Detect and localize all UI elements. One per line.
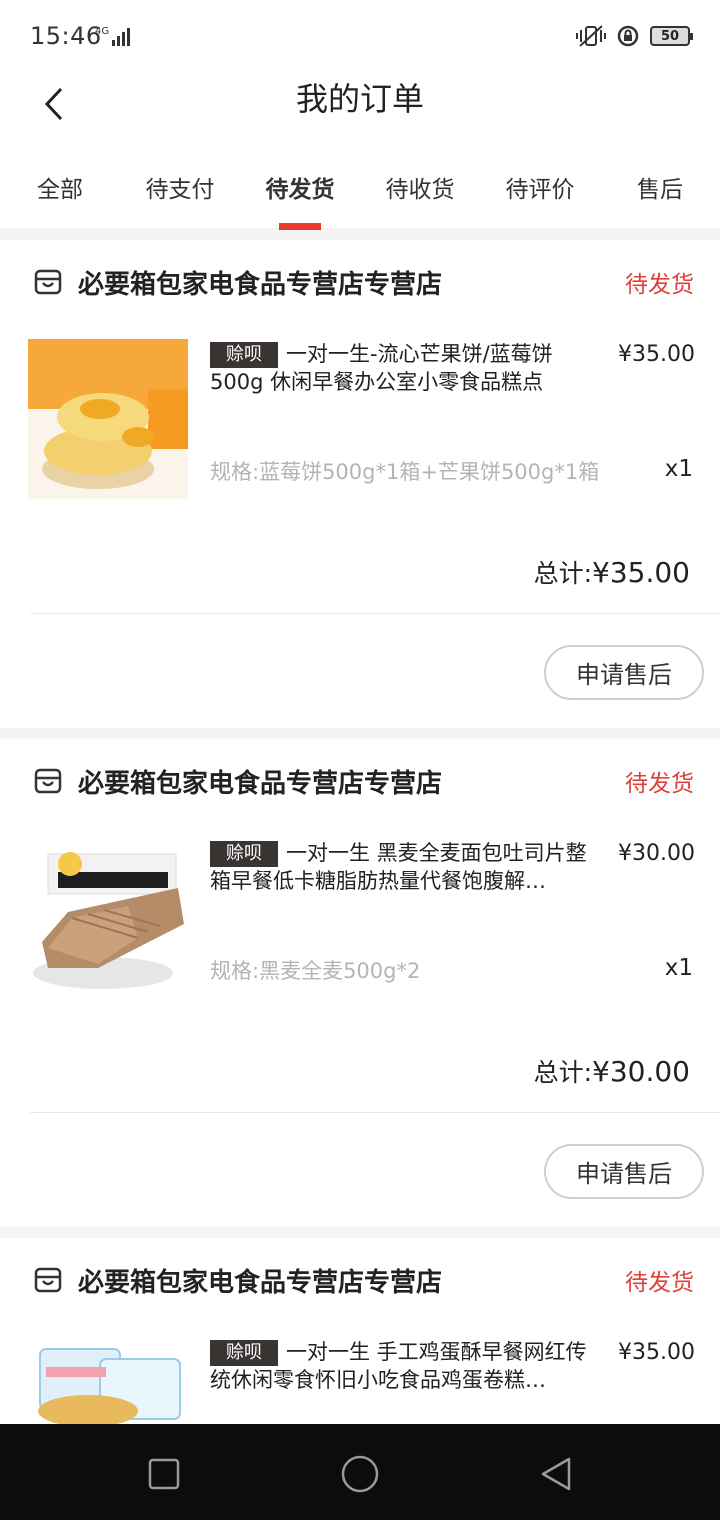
tab-label: 待发货 xyxy=(265,177,335,203)
order-tabs: 全部 待支付 待发货 待收货 待评价 售后 xyxy=(0,148,720,230)
product-info[interactable]: 赊呗 一对一生 黑麦全麦面包吐司片整箱早餐低卡糖脂肪热量代餐饱腹解… xyxy=(210,839,605,895)
tab-label: 全部 xyxy=(37,177,83,203)
tab-after-sales[interactable]: 售后 xyxy=(600,148,720,228)
product-quantity: x1 xyxy=(664,456,693,482)
back-nav-button[interactable] xyxy=(536,1454,576,1494)
tab-label: 待收货 xyxy=(385,177,455,203)
total-label: 总计: xyxy=(533,1058,593,1087)
network-type: 4G xyxy=(95,26,110,37)
product-price: ¥35.00 xyxy=(618,342,695,367)
product-image-rye-bread[interactable] xyxy=(28,838,188,998)
product-spec: 规格:蓝莓饼500g*1箱+芒果饼500g*1箱 xyxy=(210,460,600,484)
order-total: 总计:¥35.00 xyxy=(534,554,690,590)
store-name: 必要箱包家电食品专营店专营店 xyxy=(78,768,443,799)
product-price: ¥30.00 xyxy=(618,841,695,866)
order-card[interactable]: 必要箱包家电食品专营店专营店 待发货 赊呗 一对一生 黑麦全麦面包吐司片整箱早餐低… xyxy=(0,739,720,1227)
credit-tag: 赊呗 xyxy=(210,841,278,867)
status-time: 15:46 xyxy=(30,22,102,50)
active-tab-indicator xyxy=(279,223,321,230)
status-bar: 15:46 4G 50 xyxy=(0,0,720,72)
total-amount: ¥35.00 xyxy=(592,556,690,589)
rye-bread-picture xyxy=(28,838,188,998)
order-status: 待发货 xyxy=(625,1270,694,1296)
header: 我的订单 xyxy=(0,72,720,148)
store-row[interactable]: 必要箱包家电食品专营店专营店 待发货 xyxy=(34,761,694,801)
credit-tag: 赊呗 xyxy=(210,1340,278,1366)
store-row[interactable]: 必要箱包家电食品专营店专营店 待发货 xyxy=(34,262,694,302)
product-price: ¥35.00 xyxy=(618,1340,695,1365)
tab-pending-receipt[interactable]: 待收货 xyxy=(360,148,480,228)
order-card[interactable]: 必要箱包家电食品专营店专营店 待发货 赊呗 一对一生 手工鸡蛋酥早餐网红传统休闲零… xyxy=(0,1238,720,1424)
tab-label: 售后 xyxy=(637,177,683,203)
product-image-mango-cake[interactable] xyxy=(28,339,188,499)
tab-all[interactable]: 全部 xyxy=(0,148,120,228)
signal-icon xyxy=(112,28,130,46)
product-image-egg-roll[interactable] xyxy=(28,1337,188,1424)
square-icon xyxy=(148,1458,180,1490)
order-status: 待发货 xyxy=(625,771,694,797)
total-label: 总计: xyxy=(533,559,593,588)
order-total: 总计:¥30.00 xyxy=(534,1053,690,1089)
total-amount: ¥30.00 xyxy=(592,1055,690,1088)
apply-after-sales-button[interactable]: 申请售后 xyxy=(544,645,704,700)
system-nav-bar xyxy=(0,1424,720,1520)
mango-cake-picture xyxy=(28,339,188,499)
credit-tag: 赊呗 xyxy=(210,342,278,368)
home-button[interactable] xyxy=(340,1454,380,1494)
battery-indicator: 50 xyxy=(650,26,693,46)
store-icon xyxy=(34,269,62,295)
battery-level: 50 xyxy=(660,28,680,44)
order-status: 待发货 xyxy=(625,272,694,298)
store-name: 必要箱包家电食品专营店专营店 xyxy=(78,1267,443,1298)
egg-roll-picture xyxy=(28,1337,188,1424)
circle-icon xyxy=(341,1455,379,1493)
rotation-lock-icon xyxy=(617,25,639,47)
tab-label: 待支付 xyxy=(145,177,215,203)
store-name: 必要箱包家电食品专营店专营店 xyxy=(78,269,443,300)
apply-after-sales-button[interactable]: 申请售后 xyxy=(544,1144,704,1199)
product-info[interactable]: 赊呗 一对一生 手工鸡蛋酥早餐网红传统休闲零食怀旧小吃食品鸡蛋卷糕… xyxy=(210,1338,605,1394)
product-quantity: x1 xyxy=(664,955,693,981)
order-card[interactable]: 必要箱包家电食品专营店专营店 待发货 赊呗 一对一生-流心芒果饼/蓝莓饼500g … xyxy=(0,240,720,728)
triangle-back-icon xyxy=(541,1457,571,1491)
page-title: 我的订单 xyxy=(295,80,424,118)
divider xyxy=(30,613,720,614)
tab-label: 待评价 xyxy=(505,177,575,203)
divider xyxy=(30,1112,720,1113)
vibrate-icon xyxy=(576,25,606,47)
tab-pending-review[interactable]: 待评价 xyxy=(480,148,600,228)
tab-pending-payment[interactable]: 待支付 xyxy=(120,148,240,228)
store-icon xyxy=(34,1267,62,1293)
recent-apps-button[interactable] xyxy=(144,1454,184,1494)
tab-pending-shipment[interactable]: 待发货 xyxy=(240,148,360,230)
store-row[interactable]: 必要箱包家电食品专营店专营店 待发货 xyxy=(34,1260,694,1300)
product-spec: 规格:黑麦全麦500g*2 xyxy=(210,959,421,983)
product-info[interactable]: 赊呗 一对一生-流心芒果饼/蓝莓饼500g 休闲早餐办公室小零食品糕点 xyxy=(210,340,605,396)
store-icon xyxy=(34,768,62,794)
